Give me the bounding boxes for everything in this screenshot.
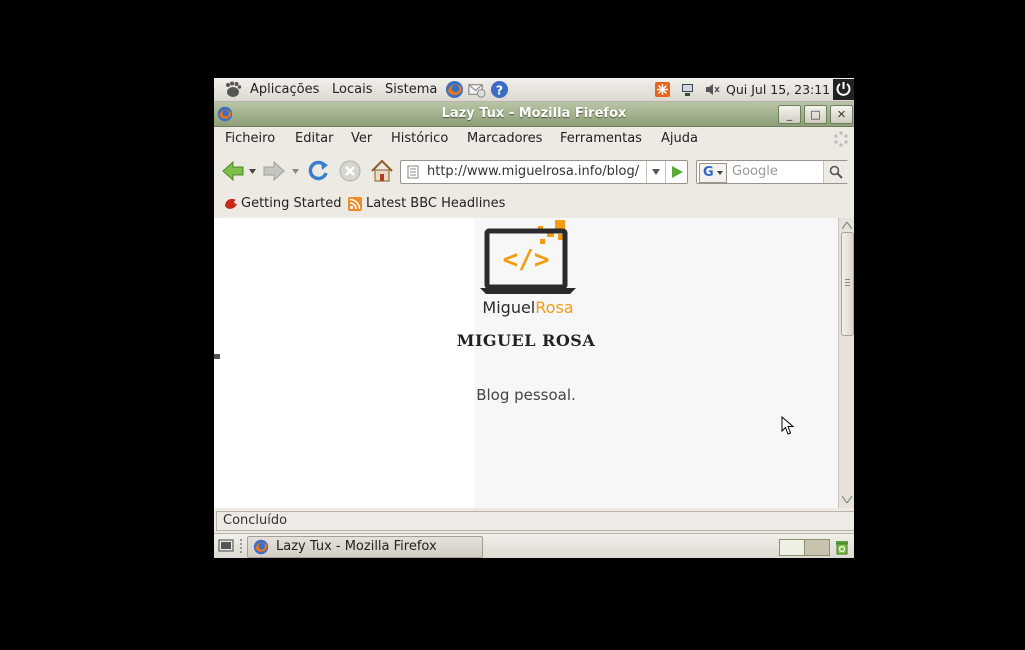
search-engine-selector[interactable]: G <box>699 163 727 183</box>
gnome-foot-icon[interactable] <box>224 81 242 98</box>
forward-history-chevron-icon[interactable] <box>292 169 299 174</box>
getting-started-icon <box>225 198 237 209</box>
site-logo[interactable]: </> MiguelRosa <box>478 218 578 322</box>
svg-text:?: ? <box>496 83 503 97</box>
close-button[interactable]: ✕ <box>830 105 853 124</box>
logo-code-text: </> <box>503 245 550 275</box>
window-title: Lazy Tux - Mozilla Firefox <box>441 106 627 121</box>
status-bar: Concluído <box>214 509 854 531</box>
chevron-down-icon <box>652 169 660 175</box>
url-text[interactable]: http://www.miguelrosa.info/blog/ <box>427 161 641 183</box>
search-icon <box>829 165 843 179</box>
menu-editar[interactable]: Editar <box>295 127 334 151</box>
throbber-icon <box>834 131 848 147</box>
bottom-panel: Lazy Tux - Mozilla Firefox <box>214 533 854 558</box>
menu-ajuda[interactable]: Ajuda <box>661 127 698 151</box>
top-panel: Aplicações Locais Sistema ? Qui Jul 15, … <box>214 78 854 102</box>
page-content: </> MiguelRosa MIGUEL ROSA Blog pessoal. <box>214 218 838 508</box>
back-icon[interactable] <box>220 158 246 184</box>
workspace-2[interactable] <box>804 539 830 556</box>
url-bar[interactable]: http://www.miguelrosa.info/blog/ <box>400 160 688 184</box>
menu-historico[interactable]: Histórico <box>391 127 448 151</box>
site-description: Blog pessoal. <box>476 386 576 404</box>
chevron-down-icon <box>717 171 723 175</box>
navigation-toolbar: http://www.miguelrosa.info/blog/ G Googl… <box>214 152 854 190</box>
logo-text-miguel: Miguel <box>482 298 536 317</box>
menu-ferramentas[interactable]: Ferramentas <box>560 127 642 151</box>
rss-feed-icon <box>348 197 362 211</box>
help-icon[interactable]: ? <box>490 80 509 99</box>
show-desktop-icon[interactable] <box>218 538 234 554</box>
back-history-chevron-icon[interactable] <box>249 169 256 174</box>
minimize-button[interactable]: _ <box>778 105 801 124</box>
scroll-down-icon[interactable] <box>842 496 852 503</box>
scroll-up-icon[interactable] <box>842 222 852 229</box>
laptop-code-icon: </> <box>480 220 576 294</box>
home-icon[interactable] <box>369 158 395 184</box>
page-icon <box>407 165 419 179</box>
menu-ver[interactable]: Ver <box>351 127 372 151</box>
menu-marcadores[interactable]: Marcadores <box>467 127 542 151</box>
workspace-1[interactable] <box>779 539 805 556</box>
mouse-cursor-icon <box>781 416 795 435</box>
logo-wordmark: MiguelRosa <box>478 298 578 317</box>
forward-icon[interactable] <box>261 158 287 184</box>
update-notifier-icon[interactable] <box>655 82 670 97</box>
vertical-scrollbar[interactable] <box>838 218 854 508</box>
status-text: Concluído <box>216 511 854 531</box>
menubar: Ficheiro Editar Ver Histórico Marcadores… <box>214 127 854 151</box>
google-icon: G <box>703 165 714 180</box>
task-label: Lazy Tux - Mozilla Firefox <box>276 539 437 554</box>
reload-icon[interactable] <box>305 158 331 184</box>
firefox-task-icon <box>253 539 269 555</box>
window-titlebar[interactable]: Lazy Tux - Mozilla Firefox _ □ ✕ <box>214 102 854 127</box>
taskbar-firefox-window[interactable]: Lazy Tux - Mozilla Firefox <box>247 536 483 558</box>
volume-muted-icon[interactable] <box>705 82 720 97</box>
site-title[interactable]: MIGUEL ROSA <box>214 331 838 350</box>
firefox-launcher-icon[interactable] <box>445 80 464 99</box>
page-edge-marker <box>214 354 220 359</box>
menu-aplicacoes[interactable]: Aplicações <box>250 78 319 101</box>
search-bar[interactable]: G Google <box>696 160 848 184</box>
bookmarks-toolbar: Getting Started Latest BBC Headlines <box>214 191 854 217</box>
logo-text-rosa: Rosa <box>535 298 574 317</box>
search-input[interactable]: Google <box>732 161 778 183</box>
panel-handle[interactable] <box>240 539 244 553</box>
menu-sistema[interactable]: Sistema <box>385 78 437 101</box>
bookmark-getting-started[interactable]: Getting Started <box>241 191 342 217</box>
go-arrow-icon <box>672 166 683 178</box>
maximize-button[interactable]: □ <box>804 105 827 124</box>
panel-clock[interactable]: Qui Jul 15, 23:11 <box>726 78 830 101</box>
menu-locais[interactable]: Locais <box>332 78 372 101</box>
email-client-icon[interactable] <box>467 80 486 99</box>
network-icon[interactable] <box>680 82 695 97</box>
trash-icon[interactable] <box>834 538 850 555</box>
go-button[interactable] <box>665 161 688 183</box>
desktop-screen: Aplicações Locais Sistema ? Qui Jul 15, … <box>214 78 854 558</box>
stop-icon[interactable] <box>337 158 363 184</box>
search-button[interactable] <box>823 161 848 183</box>
scrollbar-thumb[interactable] <box>841 232 854 336</box>
menu-ficheiro[interactable]: Ficheiro <box>225 127 275 151</box>
bookmark-bbc-headlines[interactable]: Latest BBC Headlines <box>366 191 505 217</box>
power-icon[interactable] <box>833 79 854 100</box>
url-history-dropdown[interactable] <box>646 161 665 183</box>
